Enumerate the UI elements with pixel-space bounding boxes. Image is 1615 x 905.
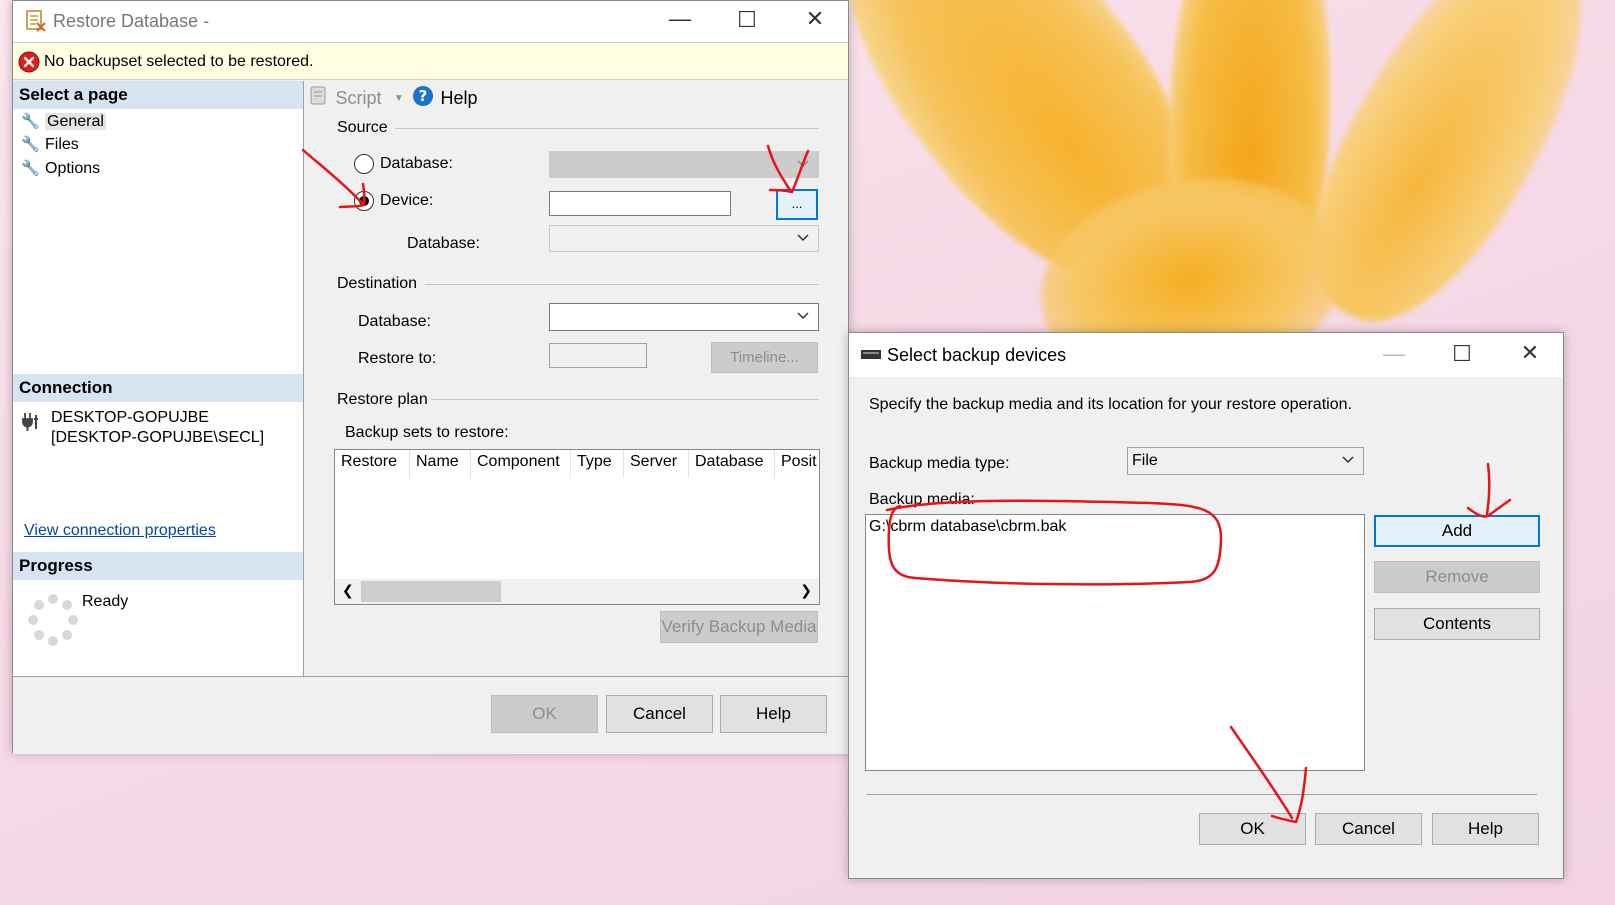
section-divider [431, 399, 819, 400]
connection-header: Connection [13, 374, 303, 402]
backup-device-icon [860, 348, 882, 367]
chevron-down-icon [796, 156, 810, 170]
timeline-button[interactable]: Timeline... [711, 342, 818, 373]
scroll-right-icon[interactable]: ❯ [800, 582, 812, 599]
select-backup-devices-dialog: Select backup devices — ☐ ✕ Specify the … [848, 332, 1564, 879]
contents-button[interactable]: Contents [1374, 608, 1540, 640]
maximize-icon[interactable]: ☐ [717, 7, 777, 33]
dropdown-arrow-icon[interactable]: ▼ [394, 93, 404, 104]
page-item-general[interactable]: 🔧 General [21, 112, 106, 131]
backup-database-dropdown[interactable] [549, 225, 819, 252]
destination-database-dropdown[interactable] [549, 303, 819, 331]
wrench-icon: 🔧 [21, 136, 40, 153]
column-header[interactable]: Name [410, 450, 471, 478]
source-database-label: Database: [407, 235, 480, 252]
restore-to-field[interactable] [549, 343, 647, 368]
column-header[interactable]: Restore [335, 450, 410, 478]
wrench-icon: 🔧 [21, 160, 40, 177]
help-dialog-button[interactable]: Help [720, 695, 827, 733]
verify-backup-media-button[interactable]: Verify Backup Media [660, 611, 818, 643]
dialog-ok-button[interactable]: OK [1199, 813, 1306, 845]
close-icon[interactable]: ✕ [1500, 340, 1560, 366]
dialog-help-button[interactable]: Help [1432, 813, 1539, 845]
chevron-down-icon [1341, 452, 1355, 466]
dialog-divider [867, 794, 1537, 795]
column-header[interactable]: Posit [775, 450, 819, 478]
add-button[interactable]: Add [1374, 515, 1540, 547]
error-bar: No backupset selected to be restored. [13, 42, 848, 80]
dialog-title-bar[interactable]: Select backup devices — ☐ ✕ [849, 333, 1563, 377]
error-message: No backupset selected to be restored. [44, 53, 314, 70]
backup-media-label: Backup media: [869, 491, 975, 508]
destination-database-label: Database: [358, 313, 431, 330]
database-radio-label: Database: [380, 155, 453, 172]
column-header[interactable]: Database [689, 450, 775, 478]
source-database-dropdown[interactable] [549, 151, 819, 178]
wrench-icon: 🔧 [21, 113, 40, 130]
browse-device-button[interactable]: ... [776, 189, 818, 220]
scrollbar-thumb[interactable] [361, 581, 501, 602]
device-path-field[interactable] [549, 191, 731, 216]
select-page-header: Select a page [13, 81, 303, 109]
page-item-options[interactable]: 🔧 Options [21, 159, 100, 178]
svg-text:?: ? [419, 87, 428, 105]
section-divider [395, 128, 819, 129]
window-title: Restore Database - [53, 11, 210, 31]
cancel-button[interactable]: Cancel [606, 695, 713, 733]
dialog-cancel-button[interactable]: Cancel [1315, 813, 1422, 845]
backup-sets-label: Backup sets to restore: [345, 424, 509, 441]
view-connection-properties-link[interactable]: View connection properties [24, 522, 216, 540]
scroll-left-icon[interactable]: ❮ [342, 582, 354, 599]
help-icon: ? [412, 85, 434, 112]
connection-icon [21, 411, 43, 438]
restore-database-window: Restore Database - — ☐ ✕ No backupset se… [12, 0, 849, 754]
restore-database-icon [25, 9, 47, 38]
chevron-down-icon [796, 230, 810, 244]
bottom-button-bar: OK Cancel Help [13, 676, 848, 754]
ok-button[interactable]: OK [491, 695, 598, 733]
backup-media-list[interactable]: G:\cbrm database\cbrm.bak [865, 514, 1365, 771]
error-icon [18, 51, 40, 78]
script-button[interactable]: Script ▼ [309, 85, 404, 112]
dialog-description: Specify the backup media and its locatio… [869, 396, 1352, 413]
dialog-title: Select backup devices [887, 345, 1067, 365]
database-radio[interactable] [354, 154, 374, 174]
connection-server: DESKTOP-GOPUJBE [51, 409, 209, 426]
backup-media-type-dropdown[interactable]: File [1127, 447, 1364, 475]
script-icon [309, 85, 329, 112]
list-item[interactable]: G:\cbrm database\cbrm.bak [869, 518, 1066, 536]
page-item-files[interactable]: 🔧 Files [21, 135, 79, 154]
connection-user: [DESKTOP-GOPUJBE\SECL] [51, 429, 265, 446]
minimize-icon[interactable]: — [650, 6, 710, 32]
destination-section-header: Destination [337, 275, 418, 292]
device-radio-label: Device: [380, 192, 434, 209]
restore-plan-section-header: Restore plan [337, 391, 428, 408]
remove-button[interactable]: Remove [1374, 561, 1540, 593]
progress-status: Ready [82, 593, 129, 610]
progress-spinner-icon [27, 593, 79, 654]
title-bar[interactable]: Restore Database - — ☐ ✕ [13, 1, 848, 43]
section-divider [425, 284, 819, 285]
chevron-down-icon [796, 308, 810, 322]
left-pane: Select a page 🔧 General 🔧 Files 🔧 Options C… [13, 81, 304, 676]
help-button[interactable]: ? Help [412, 85, 477, 112]
restore-to-label: Restore to: [358, 350, 437, 367]
column-header[interactable]: Type [571, 450, 624, 478]
backup-sets-grid[interactable]: Restore Name Component Type Server Datab… [334, 449, 820, 605]
column-header[interactable]: Server [624, 450, 689, 478]
device-radio[interactable] [354, 191, 374, 211]
source-section-header: Source [337, 119, 388, 136]
progress-header: Progress [13, 552, 303, 580]
backup-media-type-label: Backup media type: [869, 455, 1010, 472]
column-header[interactable]: Component [471, 450, 571, 478]
maximize-icon[interactable]: ☐ [1432, 341, 1492, 367]
horizontal-scrollbar[interactable]: ❮ ❯ [335, 579, 819, 604]
minimize-icon: — [1383, 341, 1405, 366]
close-icon[interactable]: ✕ [785, 6, 845, 32]
